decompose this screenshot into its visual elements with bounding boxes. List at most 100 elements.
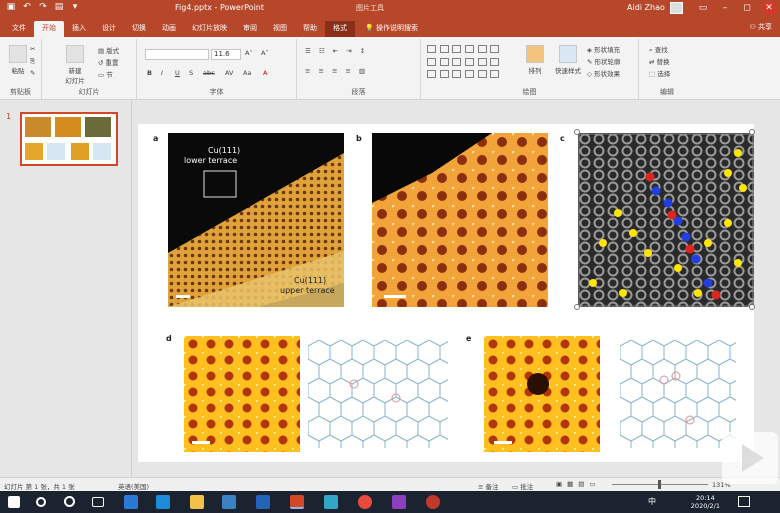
tab-2[interactable]: 插入 xyxy=(64,21,94,37)
tab-4[interactable]: 切换 xyxy=(124,21,154,37)
app-purple-icon[interactable] xyxy=(392,495,406,509)
user-name[interactable]: Aidi Zhao xyxy=(627,3,665,12)
ie-icon[interactable] xyxy=(156,495,170,509)
reset-button[interactable]: ↺ 重置 xyxy=(98,57,119,67)
molecular-model-c[interactable] xyxy=(578,133,754,307)
hex-lattice-e[interactable] xyxy=(620,340,736,448)
app-red-icon[interactable] xyxy=(426,495,440,509)
slide-thumbnail[interactable] xyxy=(20,112,118,166)
view-buttons[interactable]: ▣▦▤▭ xyxy=(556,480,601,488)
shrink-font-icon[interactable]: A˅ xyxy=(261,49,269,57)
arrange-button[interactable]: 排列 xyxy=(521,43,549,81)
selection-handle[interactable] xyxy=(574,129,580,135)
grow-font-icon[interactable]: A˄ xyxy=(245,49,253,57)
font-size-field[interactable]: 11.6 xyxy=(211,49,241,60)
replace-label: 替换 xyxy=(656,58,670,66)
avatar[interactable] xyxy=(670,2,683,14)
paste-icon xyxy=(9,45,27,63)
paste-button[interactable]: 粘贴 xyxy=(4,43,32,81)
windows-taskbar: 中 20:14 2020/2/1 xyxy=(0,491,780,513)
customize-qat-icon[interactable]: ▾ xyxy=(70,2,80,12)
tab-8[interactable]: 视图 xyxy=(265,21,295,37)
start-from-beginning-icon[interactable]: ▤ xyxy=(54,2,64,12)
hex-lattice-d[interactable] xyxy=(308,340,448,448)
selection-handle[interactable] xyxy=(749,129,755,135)
file-explorer-icon[interactable] xyxy=(190,495,204,509)
strikethrough-icon[interactable]: abc xyxy=(203,69,215,77)
new-slide-button[interactable]: 新建 幻灯片 xyxy=(60,43,90,85)
find-button[interactable]: ⌕ 查找 xyxy=(649,44,668,55)
format-painter-icon[interactable]: ✎ xyxy=(30,69,35,77)
undo-icon[interactable]: ↶ xyxy=(22,2,32,12)
tab-1[interactable]: 开始 xyxy=(34,21,64,37)
tab-0[interactable]: 文件 xyxy=(4,21,34,37)
status-bar: 幻灯片 第 1 张，共 1 张 英语(美国) ≡ 备注 ▭ 批注 ▣▦▤▭ 13… xyxy=(0,477,780,491)
chrome-icon[interactable] xyxy=(358,495,372,509)
minimize-icon[interactable]: – xyxy=(719,2,731,14)
tab-3[interactable]: 设计 xyxy=(94,21,124,37)
thumb-panel-a xyxy=(25,117,51,137)
shapes-gallery[interactable] xyxy=(427,45,501,81)
font-color-icon[interactable]: A xyxy=(263,69,267,77)
outlook-icon[interactable] xyxy=(256,495,270,509)
replace-button[interactable]: ⇄ 替换 xyxy=(649,56,670,66)
app-d-icon[interactable] xyxy=(324,495,338,509)
shape-outline-button[interactable]: ✎ 形状轮廓 xyxy=(587,56,621,66)
video-play-overlay[interactable] xyxy=(722,432,778,484)
select-button[interactable]: ⬚ 选择 xyxy=(649,68,670,78)
tab-7[interactable]: 审阅 xyxy=(235,21,265,37)
tab-9[interactable]: 帮助 xyxy=(295,21,325,37)
notification-icon[interactable] xyxy=(738,496,750,507)
ime-indicator[interactable]: 中 xyxy=(648,496,656,507)
copy-icon[interactable]: ⎘ xyxy=(30,57,35,66)
shape-effects-button[interactable]: ◇ 形状效果 xyxy=(587,68,620,78)
maximize-icon[interactable]: ◻ xyxy=(741,2,753,14)
align-icons[interactable]: ≡ ≡ ≡ ≡ ▥ xyxy=(305,67,368,75)
ribbon-tabs: 文件 开始 插入 设计 切换 动画 幻灯片放映 审阅 视图 帮助 格式 💡 操作说明搜索 xyxy=(0,17,780,37)
cortana-icon[interactable] xyxy=(64,496,75,507)
layout-button[interactable]: ▤ 版式 xyxy=(98,45,119,55)
redo-icon[interactable]: ↷ xyxy=(38,2,48,12)
word-icon[interactable] xyxy=(222,495,236,509)
bold-icon[interactable]: B xyxy=(147,69,152,77)
stm-image-d[interactable] xyxy=(184,336,300,452)
tell-me-search[interactable]: 💡 操作说明搜索 xyxy=(365,21,418,37)
slide-thumbnail-pane: 1 xyxy=(0,100,132,477)
shadow-icon[interactable]: S xyxy=(189,69,193,77)
shape-fill-button[interactable]: ◈ 形状填充 xyxy=(587,44,620,54)
comments-button[interactable]: ▭ 批注 xyxy=(512,481,533,491)
share-button[interactable]: ⚇ 共享 xyxy=(749,22,772,32)
stm-image-e[interactable] xyxy=(484,336,600,452)
quick-styles-button[interactable]: 快速样式 xyxy=(551,43,585,81)
quick-styles-label: 快速样式 xyxy=(555,67,581,75)
list-icons[interactable]: ☰ ☷ ⇤ ⇥ ↕ xyxy=(305,47,368,55)
stm-image-b[interactable] xyxy=(372,133,548,307)
start-icon[interactable] xyxy=(8,496,20,508)
italic-icon[interactable]: I xyxy=(161,69,163,77)
stm-image-a[interactable]: Cu(111) lower terrace Cu(111) upper terrac… xyxy=(168,133,344,307)
save-icon[interactable]: ▣ xyxy=(6,2,16,12)
system-clock[interactable]: 20:14 2020/2/1 xyxy=(691,494,720,510)
search-icon[interactable] xyxy=(36,497,46,507)
underline-icon[interactable]: U xyxy=(175,69,180,77)
notes-button[interactable]: ≡ 备注 xyxy=(478,481,499,491)
task-view-icon[interactable] xyxy=(92,497,104,507)
tab-6[interactable]: 幻灯片放映 xyxy=(184,21,235,37)
font-name-field[interactable] xyxy=(145,49,209,60)
cut-icon[interactable]: ✂ xyxy=(30,45,35,53)
selection-handle[interactable] xyxy=(574,304,580,310)
tab-10[interactable]: 格式 xyxy=(325,21,355,37)
char-spacing-icon[interactable]: AV xyxy=(225,69,233,77)
ribbon-display-icon[interactable]: ▭ xyxy=(697,2,709,14)
language-status[interactable]: 英语(美国) xyxy=(118,481,149,491)
arrange-label: 排列 xyxy=(528,67,542,75)
close-icon[interactable]: ✕ xyxy=(763,2,775,14)
selection-handle[interactable] xyxy=(749,304,755,310)
zoom-slider-thumb[interactable] xyxy=(658,480,661,489)
slide[interactable]: a b c d e Cu(111) lower terrace Cu(111) up… xyxy=(138,124,755,462)
edge-icon[interactable] xyxy=(124,495,138,509)
tab-5[interactable]: 动画 xyxy=(154,21,184,37)
section-button[interactable]: ▭ 节 xyxy=(98,69,113,79)
powerpoint-icon[interactable] xyxy=(290,495,304,509)
change-case-icon[interactable]: Aa xyxy=(243,69,251,77)
